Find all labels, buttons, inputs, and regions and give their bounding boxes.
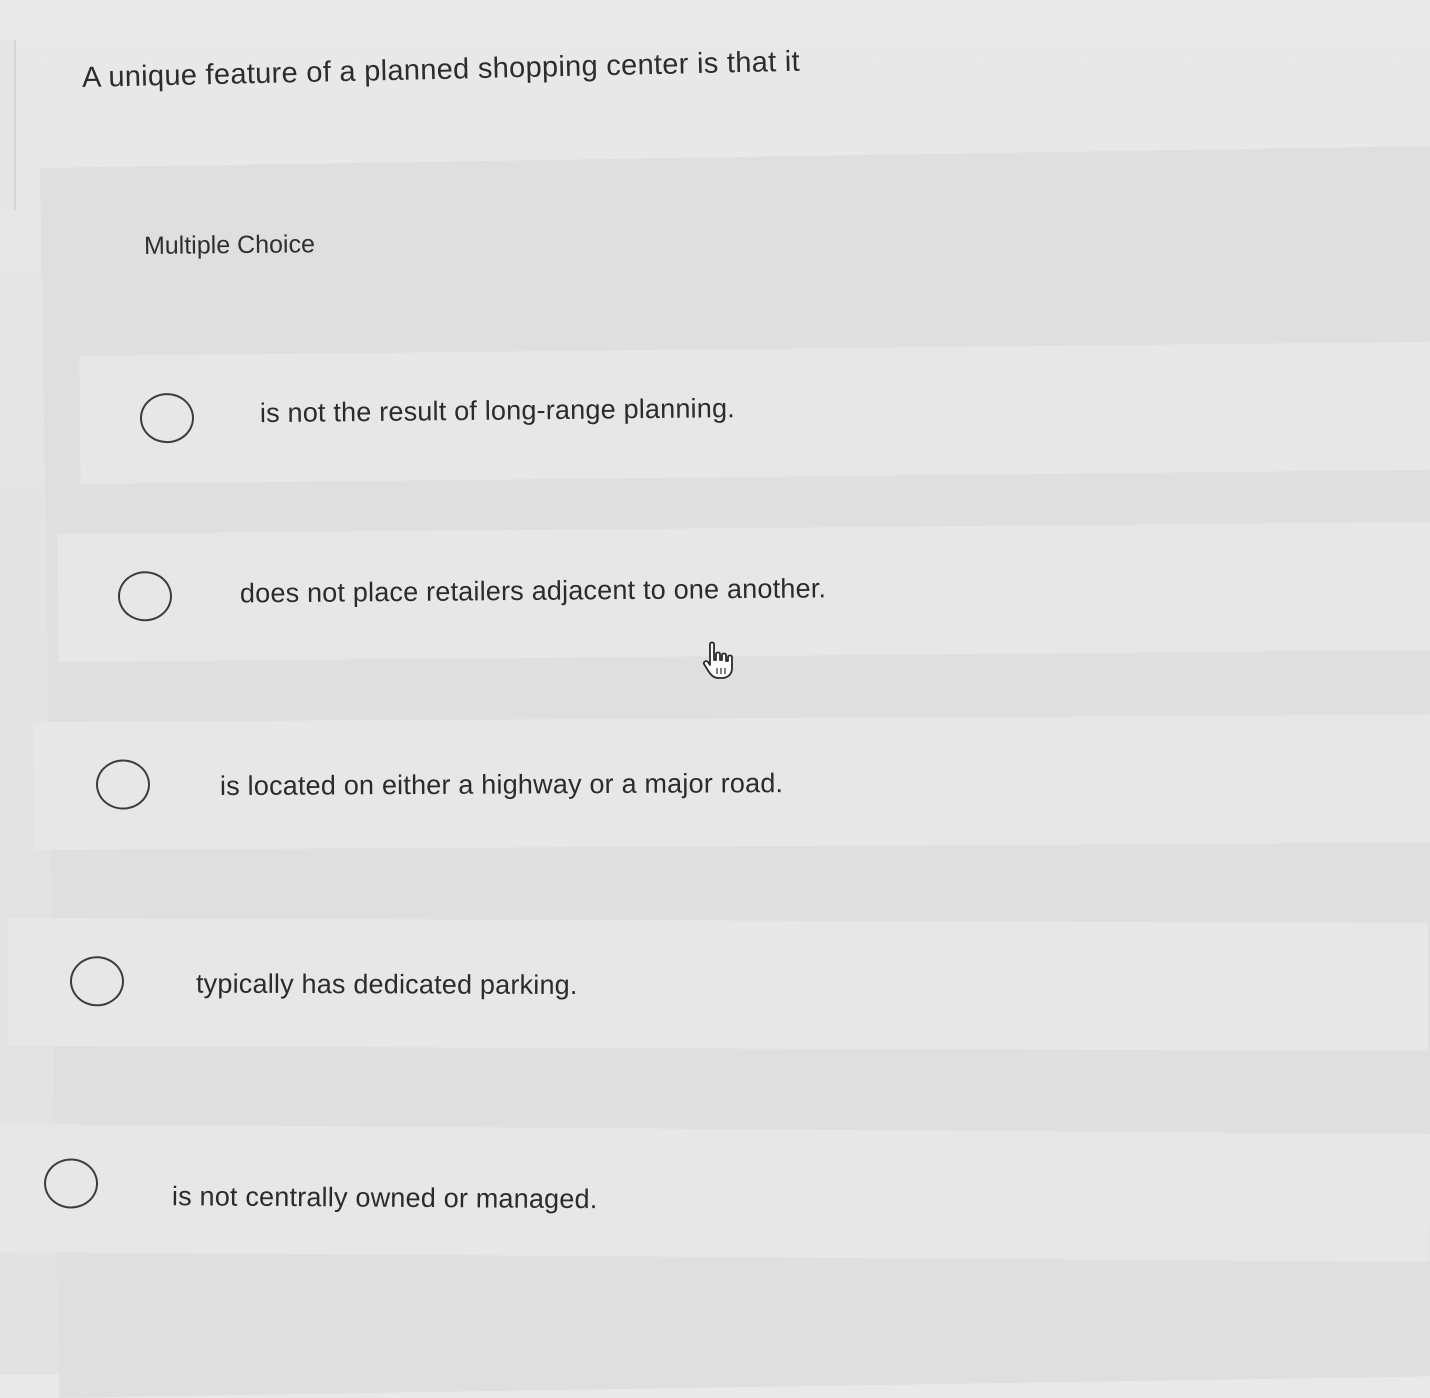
hand-pointer-icon <box>702 641 733 679</box>
radio-circle-icon[interactable] <box>95 759 151 810</box>
answer-option-4[interactable]: typically has dedicated parking. <box>7 918 1429 1051</box>
multiple-choice-header: Multiple Choice <box>143 230 316 260</box>
left-edge-panel <box>0 40 16 210</box>
radio-circle-icon[interactable] <box>69 956 125 1007</box>
answer-option-3[interactable]: is located on either a highway or a majo… <box>33 714 1430 850</box>
answer-option-label: is not the result of long-range planning… <box>259 393 736 429</box>
answer-option-5[interactable]: is not centrally owned or managed. <box>0 1124 1430 1262</box>
answer-option-label: is located on either a highway or a majo… <box>219 768 784 802</box>
answer-option-2[interactable]: does not place retailers adjacent to one… <box>57 521 1430 662</box>
radio-circle-icon[interactable] <box>43 1158 99 1209</box>
answer-option-label: typically has dedicated parking. <box>195 968 578 1000</box>
answer-option-1[interactable]: is not the result of long-range planning… <box>79 341 1430 484</box>
question-prompt: A unique feature of a planned shopping c… <box>81 45 801 94</box>
radio-circle-icon[interactable] <box>139 392 195 444</box>
radio-circle-icon[interactable] <box>117 571 173 622</box>
answer-option-label: does not place retailers adjacent to one… <box>239 573 827 609</box>
answer-option-label: is not centrally owned or managed. <box>171 1181 598 1215</box>
